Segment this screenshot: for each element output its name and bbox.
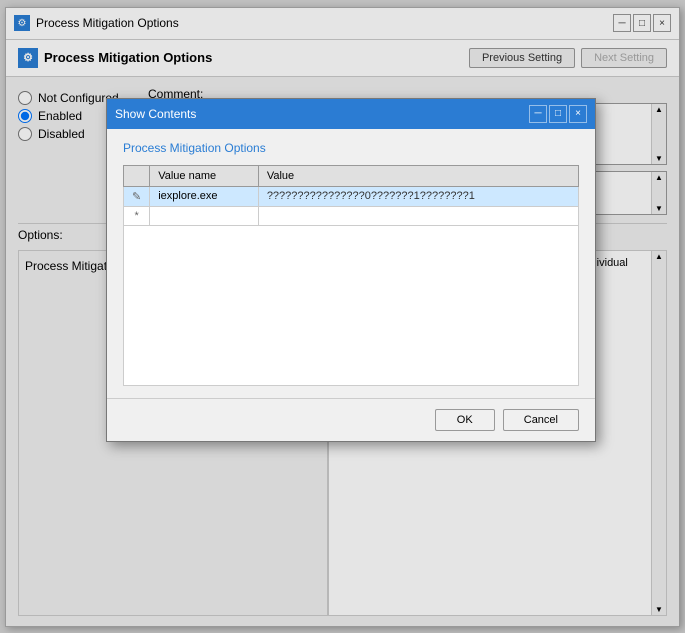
show-contents-dialog: Show Contents ─ □ × Process Mitigation O…	[106, 98, 596, 442]
dialog-minimize-button[interactable]: ─	[529, 105, 547, 123]
table-col-indicator	[124, 165, 150, 186]
dialog-controls: ─ □ ×	[529, 105, 587, 123]
table-header-row: Value name Value	[124, 165, 579, 186]
table-body: ✎iexplore.exe????????????????0???????1??…	[124, 186, 579, 225]
dialog-title: Show Contents	[115, 107, 196, 121]
cancel-button[interactable]: Cancel	[503, 409, 579, 431]
dialog-subtitle: Process Mitigation Options	[123, 141, 579, 155]
table-row[interactable]: *	[124, 206, 579, 225]
row-name-cell[interactable]	[150, 206, 259, 225]
dialog-content: Process Mitigation Options Value name Va…	[107, 129, 595, 398]
row-indicator: ✎	[124, 186, 150, 206]
contents-table: Value name Value ✎iexplore.exe??????????…	[123, 165, 579, 226]
row-indicator: *	[124, 206, 150, 225]
dialog-close-button[interactable]: ×	[569, 105, 587, 123]
table-col-value: Value	[258, 165, 578, 186]
ok-button[interactable]: OK	[435, 409, 495, 431]
dialog-title-bar: Show Contents ─ □ ×	[107, 99, 595, 129]
dialog-footer: OK Cancel	[107, 398, 595, 441]
table-row[interactable]: ✎iexplore.exe????????????????0???????1??…	[124, 186, 579, 206]
row-name-cell[interactable]: iexplore.exe	[150, 186, 259, 206]
modal-overlay: Show Contents ─ □ × Process Mitigation O…	[6, 8, 679, 626]
table-col-value-name: Value name	[150, 165, 259, 186]
main-window: ⚙ Process Mitigation Options ─ □ × ⚙ Pro…	[5, 7, 680, 627]
table-empty-area	[123, 226, 579, 386]
dialog-maximize-button[interactable]: □	[549, 105, 567, 123]
row-value-cell[interactable]: ????????????????0???????1????????1	[258, 186, 578, 206]
row-value-cell[interactable]	[258, 206, 578, 225]
